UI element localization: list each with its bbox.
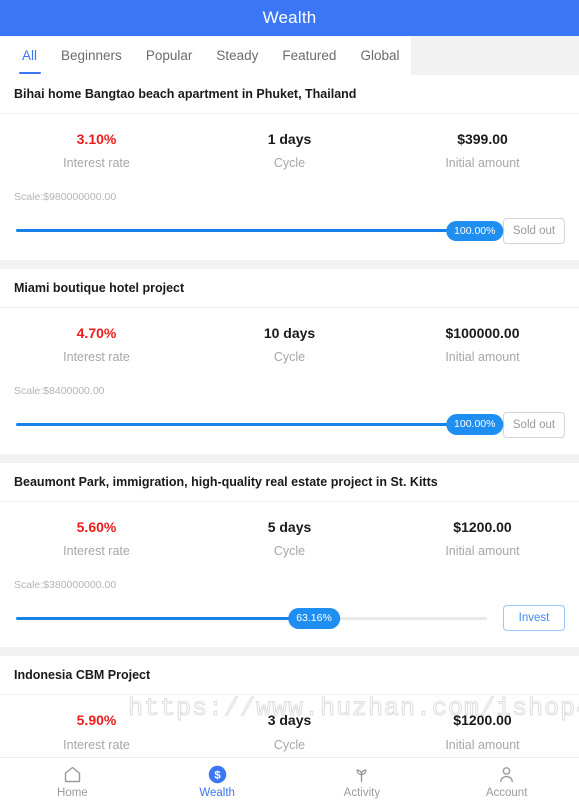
cycle-value: 5 days xyxy=(267,518,312,535)
category-tabbar-container: All Beginners Popular Steady Featured Global xyxy=(0,36,579,75)
tab-label: Featured xyxy=(282,48,337,63)
tab-all[interactable]: All xyxy=(10,36,49,75)
sold-out-button: Sold out xyxy=(503,411,565,438)
stat-interest-rate: 5.60% Interest rate xyxy=(0,518,193,559)
tab-beginners[interactable]: Beginners xyxy=(49,36,134,75)
product-scale: Scale:$8400000.00 xyxy=(14,384,105,397)
stat-initial-amount: $399.00 Initial amount xyxy=(386,130,579,171)
app-header: Wealth xyxy=(0,0,579,36)
stat-initial-amount: $100000.00 Initial amount xyxy=(386,324,579,365)
product-stats: 5.60% Interest rate 5 days Cycle $1200.00 Ini… xyxy=(0,502,579,563)
product-card[interactable]: Miami boutique hotel project 4.70% Interes… xyxy=(0,268,579,454)
interest-rate-value: 5.60% xyxy=(76,518,117,535)
progress-bar: 100.00% xyxy=(14,414,504,436)
nav-item-label: Account xyxy=(485,787,528,800)
interest-rate-label: Interest rate xyxy=(63,349,130,364)
interest-rate-label: Interest rate xyxy=(63,737,130,752)
progress-row: 100.00% Sold out xyxy=(0,204,579,260)
stat-cycle: 10 days Cycle xyxy=(193,324,386,365)
progress-fill xyxy=(16,423,491,427)
wealth-app-screen: Wealth All Beginners Popular Steady Featured… xyxy=(0,0,579,806)
initial-amount-value: $100000.00 xyxy=(445,324,520,341)
product-title: Miami boutique hotel project xyxy=(0,269,579,308)
product-title: Indonesia CBM Project xyxy=(0,656,579,696)
product-card[interactable]: Beaumont Park, immigration, high-quality… xyxy=(0,462,579,648)
initial-amount-label: Initial amount xyxy=(445,156,520,171)
tab-steady[interactable]: Steady xyxy=(204,36,270,75)
stat-interest-rate: 3.10% Interest rate xyxy=(0,130,193,171)
cycle-label: Cycle xyxy=(273,737,306,752)
stat-cycle: 1 days Cycle xyxy=(193,130,386,171)
tab-label: Beginners xyxy=(61,48,122,63)
nav-item-label: Home xyxy=(57,787,88,800)
invest-button[interactable]: Invest xyxy=(503,605,565,632)
nav-item-label: Activity xyxy=(343,787,381,800)
initial-amount-value: $1200.00 xyxy=(453,712,512,729)
tab-global[interactable]: Global xyxy=(348,36,411,75)
progress-bar: 100.00% xyxy=(14,220,504,242)
cycle-label: Cycle xyxy=(273,156,306,171)
initial-amount-value: $1200.00 xyxy=(453,518,512,535)
nav-item-wealth[interactable]: $ Wealth xyxy=(145,764,290,800)
product-title: Bihai home Bangtao beach apartment in Ph… xyxy=(0,75,579,114)
product-list[interactable]: Bihai home Bangtao beach apartment in Ph… xyxy=(0,75,579,757)
product-card[interactable]: Indonesia CBM Project 5.90% Interest rate 3… xyxy=(0,656,579,757)
tab-popular[interactable]: Popular xyxy=(134,36,205,75)
progress-percent-badge: 100.00% xyxy=(446,414,504,435)
interest-rate-value: 5.90% xyxy=(76,712,117,729)
page-title: Wealth xyxy=(262,8,317,27)
progress-row: 63.16% Invest xyxy=(0,591,579,647)
progress-percent-badge: 63.16% xyxy=(288,608,340,629)
tab-label: Steady xyxy=(216,48,259,63)
cycle-value: 1 days xyxy=(267,131,312,147)
product-stats: 4.70% Interest rate 10 days Cycle $100000.00… xyxy=(0,308,579,369)
product-scale: Scale:$980000000.00 xyxy=(14,191,117,204)
category-tabbar[interactable]: All Beginners Popular Steady Featured Global xyxy=(0,36,412,75)
stat-cycle: 3 days Cycle xyxy=(193,711,386,752)
tab-label: Global xyxy=(360,48,400,63)
progress-fill xyxy=(16,616,316,620)
nav-item-activity[interactable]: Activity xyxy=(290,764,435,800)
stat-interest-rate: 5.90% Interest rate xyxy=(0,711,193,752)
sold-out-button: Sold out xyxy=(503,217,565,244)
initial-amount-label: Initial amount xyxy=(445,543,520,558)
initial-amount-value: $399.00 xyxy=(457,131,508,147)
nav-item-home[interactable]: Home xyxy=(0,764,145,800)
progress-bar: 63.16% xyxy=(14,607,489,629)
cycle-label: Cycle xyxy=(273,543,306,558)
svg-text:$: $ xyxy=(214,770,221,782)
interest-rate-label: Interest rate xyxy=(63,543,130,558)
stat-initial-amount: $1200.00 Initial amount xyxy=(386,711,579,752)
progress-percent-badge: 100.00% xyxy=(446,220,504,242)
product-scale: Scale:$380000000.00 xyxy=(14,578,117,591)
cycle-label: Cycle xyxy=(273,349,306,364)
interest-rate-value: 3.10% xyxy=(76,131,117,147)
nav-item-label: Wealth xyxy=(199,787,235,800)
cycle-value: 3 days xyxy=(267,712,312,729)
dollar-circle-icon: $ xyxy=(207,764,228,785)
product-stats: 3.10% Interest rate 1 days Cycle $399.00 Init… xyxy=(0,114,579,175)
progress-fill xyxy=(16,229,491,233)
initial-amount-label: Initial amount xyxy=(445,349,520,364)
progress-row: 100.00% Sold out xyxy=(0,398,579,454)
nav-item-account[interactable]: Account xyxy=(434,764,579,800)
product-title: Beaumont Park, immigration, high-quality… xyxy=(0,463,579,502)
tab-label: All xyxy=(22,48,38,63)
tab-label: Popular xyxy=(145,48,193,63)
cycle-value: 10 days xyxy=(263,324,316,341)
stat-initial-amount: $1200.00 Initial amount xyxy=(386,518,579,559)
interest-rate-label: Interest rate xyxy=(63,156,130,171)
product-card[interactable]: Bihai home Bangtao beach apartment in Ph… xyxy=(0,75,579,260)
person-icon xyxy=(496,764,517,785)
stat-cycle: 5 days Cycle xyxy=(193,518,386,559)
interest-rate-value: 4.70% xyxy=(76,324,117,341)
bottom-navigation-bar[interactable]: Home $ Wealth Activity Account xyxy=(0,757,579,806)
stat-interest-rate: 4.70% Interest rate xyxy=(0,324,193,365)
sprout-icon xyxy=(351,764,372,785)
home-icon xyxy=(62,764,83,785)
tab-featured[interactable]: Featured xyxy=(270,36,348,75)
product-stats: 5.90% Interest rate 3 days Cycle $1200.00 Ini… xyxy=(0,695,579,756)
initial-amount-label: Initial amount xyxy=(445,737,520,752)
